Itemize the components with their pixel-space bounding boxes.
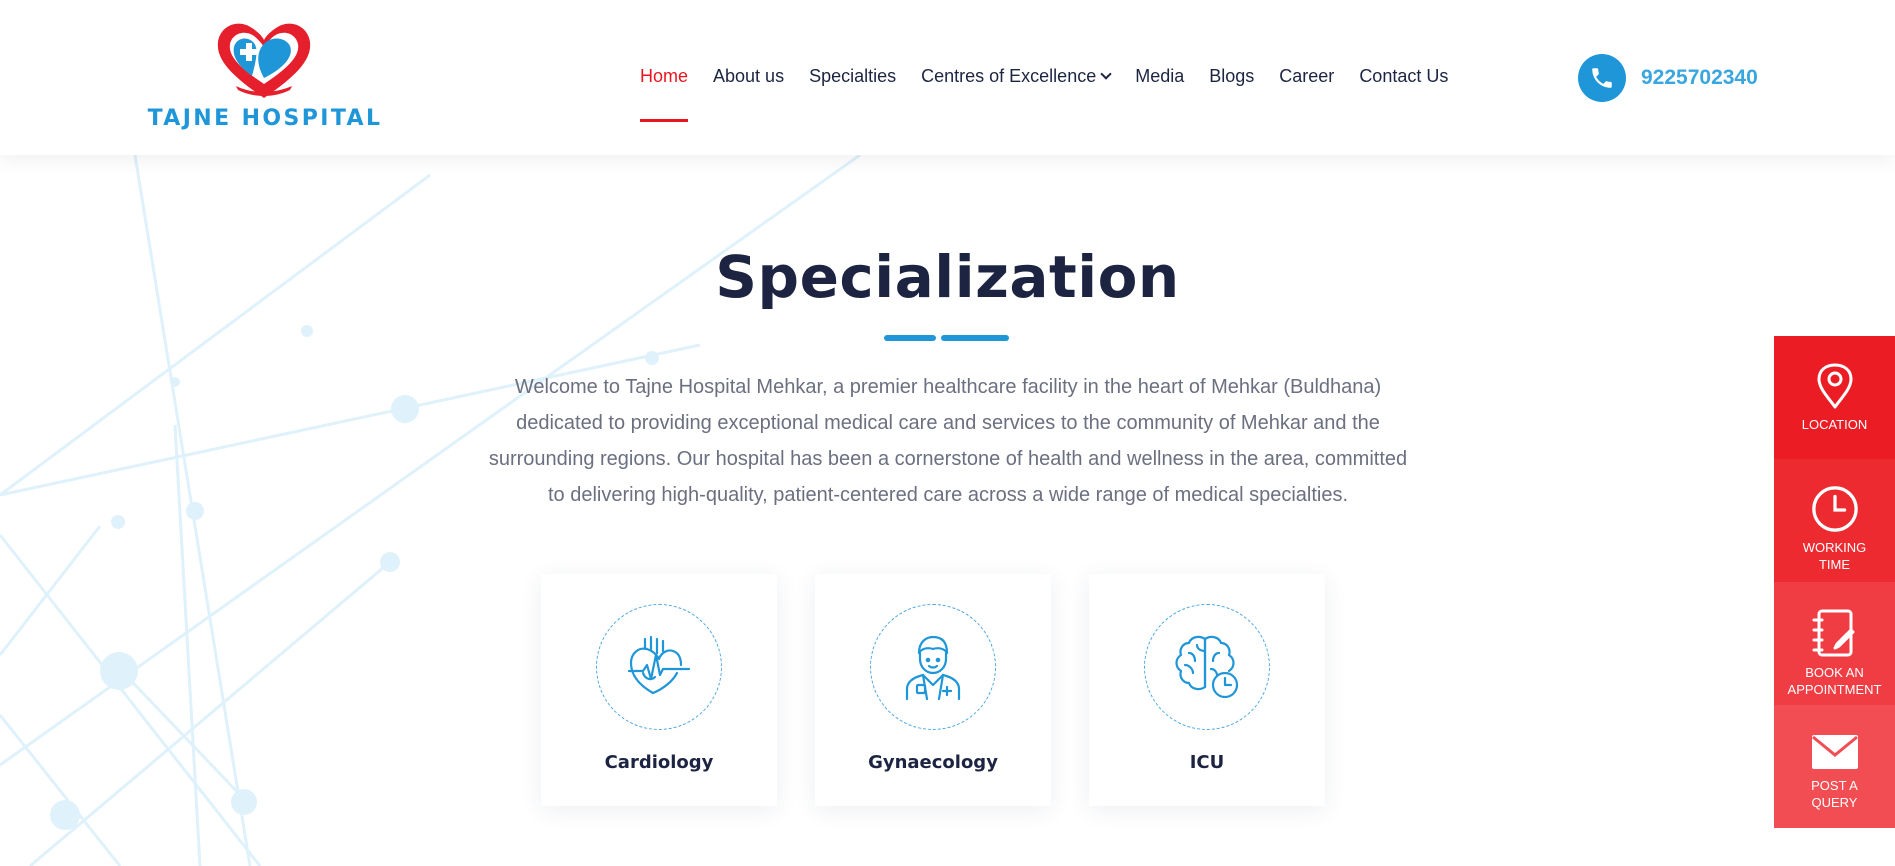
specialization-section: Specialization Welcome to Tajne Hospital… <box>0 155 1895 866</box>
nav-blogs[interactable]: Blogs <box>1209 0 1254 155</box>
sidebar-item-label: LOCATION <box>1801 417 1868 432</box>
sidebar-item-label: BOOK AN APPOINTMENT <box>1787 665 1882 697</box>
notebook-pen-icon <box>1812 609 1854 657</box>
nav-specialties[interactable]: Specialties <box>809 0 896 155</box>
sidebar-item-location[interactable]: LOCATION <box>1774 336 1895 459</box>
nav-home-label: Home <box>640 66 689 86</box>
nav-career[interactable]: Career <box>1279 0 1334 155</box>
nav-centres-of-excellence[interactable]: Centres of Excellence <box>921 0 1112 155</box>
sidebar-item-label: WORKING TIME <box>1802 540 1867 572</box>
nav-centres-label: Centres of Excellence <box>921 66 1097 86</box>
phone-icon <box>1578 54 1626 102</box>
nav-about-us-label: About us <box>713 66 785 86</box>
specialty-card-gynaecology[interactable]: Gynaecology <box>815 574 1051 806</box>
title-underline-left <box>884 335 936 341</box>
brand-name: TAJNE HOSPITAL <box>147 106 383 131</box>
site-header: TAJNE HOSPITAL Home About us Specialties… <box>0 0 1895 155</box>
section-intro: Welcome to Tajne Hospital Mehkar, a prem… <box>488 376 1408 506</box>
heart-hands-cross-logo-icon <box>217 23 311 98</box>
nav-media-label: Media <box>1135 66 1185 86</box>
sidebar-item-label: POST A QUERY <box>1811 778 1858 810</box>
nav-career-label: Career <box>1279 66 1335 86</box>
specialty-card-icu[interactable]: ICU <box>1089 574 1325 806</box>
site-logo[interactable]: TAJNE HOSPITAL <box>140 20 390 135</box>
card-icon-circle <box>1144 604 1270 730</box>
quick-actions-sidebar: LOCATION WORKING TIME BOOK AN APPOINTMEN… <box>1774 336 1895 828</box>
nav-specialties-label: Specialties <box>809 66 897 86</box>
phone-number: 9225702340 <box>1641 66 1758 89</box>
sidebar-item-working-time[interactable]: WORKING TIME <box>1774 459 1895 582</box>
chevron-down-icon <box>1100 68 1112 80</box>
section-title: Specialization <box>715 243 1180 311</box>
specialty-label: Cardiology <box>604 752 714 773</box>
nav-blogs-label: Blogs <box>1209 66 1255 86</box>
clock-icon <box>1811 486 1858 532</box>
doctor-icon <box>905 635 961 701</box>
nav-home[interactable]: Home <box>640 0 689 155</box>
nav-about-us[interactable]: About us <box>713 0 784 155</box>
nav-contact-us-label: Contact Us <box>1359 66 1449 86</box>
card-icon-circle <box>870 604 996 730</box>
nav-media[interactable]: Media <box>1135 0 1184 155</box>
brain-clock-icon <box>1175 635 1239 699</box>
title-underline-right <box>941 335 1009 341</box>
specialties-list: Cardiology Gynaecology ICU <box>541 574 1325 806</box>
specialty-label: Gynaecology <box>868 752 998 773</box>
nav-contact-us[interactable]: Contact Us <box>1359 0 1448 155</box>
main-navigation: Home About us Specialties Centres of Exc… <box>640 0 1473 155</box>
specialty-label: ICU <box>1189 752 1225 773</box>
location-pin-icon <box>1817 363 1852 409</box>
envelope-icon <box>1811 735 1858 769</box>
heart-ecg-icon <box>627 635 691 695</box>
phone-contact[interactable]: 9225702340 <box>1578 54 1758 102</box>
sidebar-item-post-query[interactable]: POST A QUERY <box>1774 705 1895 828</box>
card-icon-circle <box>596 604 722 730</box>
specialty-card-cardiology[interactable]: Cardiology <box>541 574 777 806</box>
sidebar-item-book-appointment[interactable]: BOOK AN APPOINTMENT <box>1774 582 1895 705</box>
